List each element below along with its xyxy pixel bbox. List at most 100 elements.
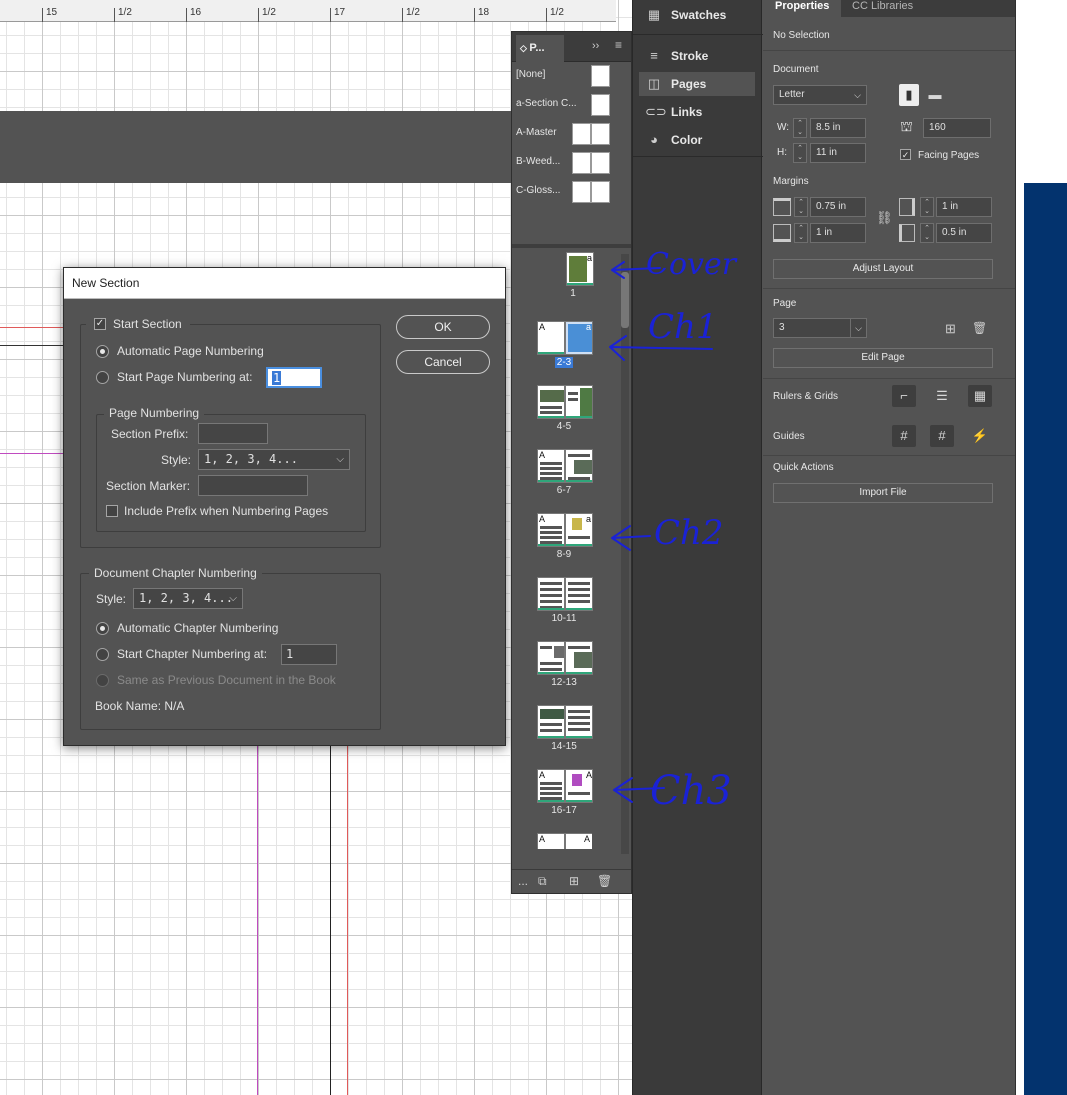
panel-divider[interactable] <box>512 244 631 248</box>
baseline-grid-icon[interactable]: ☰ <box>930 385 954 407</box>
page-thumbnail[interactable]: a <box>565 513 593 547</box>
auto-chapter-radio[interactable] <box>96 622 109 635</box>
scrollbar-thumb[interactable] <box>621 272 629 328</box>
page-thumbnail[interactable] <box>537 385 565 419</box>
page-thumbnail[interactable] <box>537 705 565 739</box>
tab-pages[interactable]: ◇ P... <box>516 35 564 62</box>
start-page-numbering-radio[interactable] <box>96 371 109 384</box>
page-thumbnail[interactable]: A <box>537 833 565 849</box>
page-thumbnail[interactable] <box>565 385 593 419</box>
links-panel-button[interactable]: ⊂⊃ Links <box>639 100 755 124</box>
margin-inside-stepper[interactable]: ⌃ ⌄ <box>920 223 934 243</box>
master-thumbnail[interactable] <box>591 152 610 174</box>
margin-inside-field[interactable]: 0.5 in <box>936 223 992 243</box>
height-stepper[interactable]: ⌃ ⌄ <box>793 143 807 163</box>
master-c[interactable]: C-Gloss... <box>516 185 560 196</box>
spread-12-13[interactable]: 12-13 <box>536 641 593 689</box>
section-prefix-input[interactable] <box>198 423 268 444</box>
page-thumbnail[interactable] <box>537 641 565 675</box>
master-a[interactable]: A-Master <box>516 127 557 138</box>
panel-menu-icon[interactable]: ≡ <box>615 38 622 52</box>
include-prefix-checkbox[interactable] <box>106 505 118 517</box>
margin-top-field[interactable]: 0.75 in <box>810 197 866 217</box>
chapter-style-dropdown[interactable]: 1, 2, 3, 4... ⌵ <box>133 588 243 609</box>
pages-panel-button[interactable]: ◫ Pages <box>639 72 755 96</box>
page-thumbnail[interactable]: A <box>537 321 565 355</box>
master-thumbnail[interactable] <box>572 181 591 203</box>
cancel-button[interactable]: Cancel <box>396 350 490 374</box>
lock-guides-icon[interactable]: # <box>930 425 954 447</box>
more-icon[interactable]: ... <box>518 874 528 888</box>
page-thumbnail[interactable]: A <box>537 449 565 483</box>
master-b[interactable]: B-Weed... <box>516 156 560 167</box>
page-thumbnail[interactable] <box>565 705 593 739</box>
spread-6-7[interactable]: A 6-7 <box>536 449 593 497</box>
show-guides-icon[interactable]: # <box>892 425 916 447</box>
start-chapter-radio[interactable] <box>96 648 109 661</box>
auto-page-numbering-radio[interactable] <box>96 345 109 358</box>
start-section-checkbox[interactable]: ✓ <box>94 318 106 330</box>
master-thumbnail[interactable] <box>591 65 610 87</box>
page-thumbnail[interactable] <box>565 577 593 611</box>
master-none[interactable]: [None] <box>516 69 545 80</box>
swatches-panel-button[interactable]: ▦ Swatches <box>639 3 755 27</box>
delete-page-icon[interactable]: 🗑 <box>972 321 987 335</box>
edit-page-button[interactable]: Edit Page <box>773 348 993 368</box>
link-margins-icon[interactable]: ⛓ <box>876 210 893 226</box>
master-thumbnail[interactable] <box>572 152 591 174</box>
add-page-icon[interactable]: ⊞ <box>945 321 956 337</box>
spread-16-17[interactable]: A A 16-17 <box>536 769 593 817</box>
ok-button[interactable]: OK <box>396 315 490 339</box>
tab-properties[interactable]: Properties <box>763 0 842 17</box>
page-number-dropdown[interactable]: 3 ⌵ <box>773 318 867 338</box>
spread-partial[interactable]: A A <box>536 833 592 849</box>
start-chapter-input[interactable]: 1 <box>281 644 337 665</box>
page-style-dropdown[interactable]: 1, 2, 3, 4... ⌵ <box>198 449 350 470</box>
page-thumbnail[interactable]: A <box>565 833 592 849</box>
stroke-panel-button[interactable]: ≡ Stroke <box>639 44 755 68</box>
margin-top-stepper[interactable]: ⌃ ⌄ <box>794 197 808 217</box>
margin-outside-stepper[interactable]: ⌃ ⌄ <box>920 197 934 217</box>
page-size-icon[interactable]: ⧉ <box>538 874 547 889</box>
master-a-section[interactable]: a-Section C... <box>516 98 577 109</box>
landscape-orientation-icon[interactable]: ▬ <box>925 84 945 106</box>
start-page-number-input[interactable]: 1 <box>266 367 322 388</box>
page-thumbnail[interactable] <box>565 449 593 483</box>
width-stepper[interactable]: ⌃ ⌄ <box>793 118 807 138</box>
master-thumbnail[interactable] <box>591 94 610 116</box>
color-panel-button[interactable]: ◕ Color <box>639 128 755 152</box>
master-thumbnail[interactable] <box>572 123 591 145</box>
new-page-icon[interactable]: ⊞ <box>569 874 579 888</box>
pages-count-field[interactable]: 160 <box>923 118 991 138</box>
height-field[interactable]: 11 in <box>810 143 866 163</box>
horizontal-ruler[interactable]: 15 1/2 16 1/2 17 1/2 18 1/2 <box>0 0 616 22</box>
document-grid-icon[interactable]: ▦ <box>968 385 992 407</box>
ruler-toggle-icon[interactable]: ⌐ <box>892 385 916 407</box>
margin-bottom-field[interactable]: 1 in <box>810 223 866 243</box>
spread-14-15[interactable]: 14-15 <box>536 705 593 753</box>
portrait-orientation-icon[interactable]: ▮ <box>899 84 919 106</box>
smart-guides-icon[interactable]: ⚡ <box>968 425 992 447</box>
expand-icon[interactable]: ›› <box>592 40 599 52</box>
spread-4-5[interactable]: 4-5 <box>536 385 593 433</box>
page-thumbnail[interactable] <box>537 577 565 611</box>
section-marker-input[interactable] <box>198 475 308 496</box>
import-file-button[interactable]: Import File <box>773 483 993 503</box>
spread-2-3[interactable]: A a 2-3 <box>536 321 593 369</box>
page-thumbnail[interactable]: A <box>537 513 565 547</box>
adjust-layout-button[interactable]: Adjust Layout <box>773 259 993 279</box>
tab-cc-libraries[interactable]: CC Libraries <box>840 0 925 17</box>
spread-10-11[interactable]: 10-11 <box>536 577 593 625</box>
page-thumbnail[interactable]: A <box>537 769 565 803</box>
master-thumbnail[interactable] <box>591 123 610 145</box>
pages-scrollbar[interactable] <box>621 254 629 854</box>
page-thumbnail[interactable]: A <box>565 769 593 803</box>
margin-bottom-stepper[interactable]: ⌃ ⌄ <box>794 223 808 243</box>
master-thumbnail[interactable] <box>591 181 610 203</box>
width-field[interactable]: 8.5 in <box>810 118 866 138</box>
page-thumbnail[interactable]: a <box>565 321 593 355</box>
page-size-dropdown[interactable]: Letter ⌵ <box>773 85 867 105</box>
delete-page-icon[interactable]: 🗑 <box>597 874 612 888</box>
facing-pages-checkbox[interactable]: ✓ <box>900 149 911 160</box>
page-thumbnail[interactable] <box>565 641 593 675</box>
